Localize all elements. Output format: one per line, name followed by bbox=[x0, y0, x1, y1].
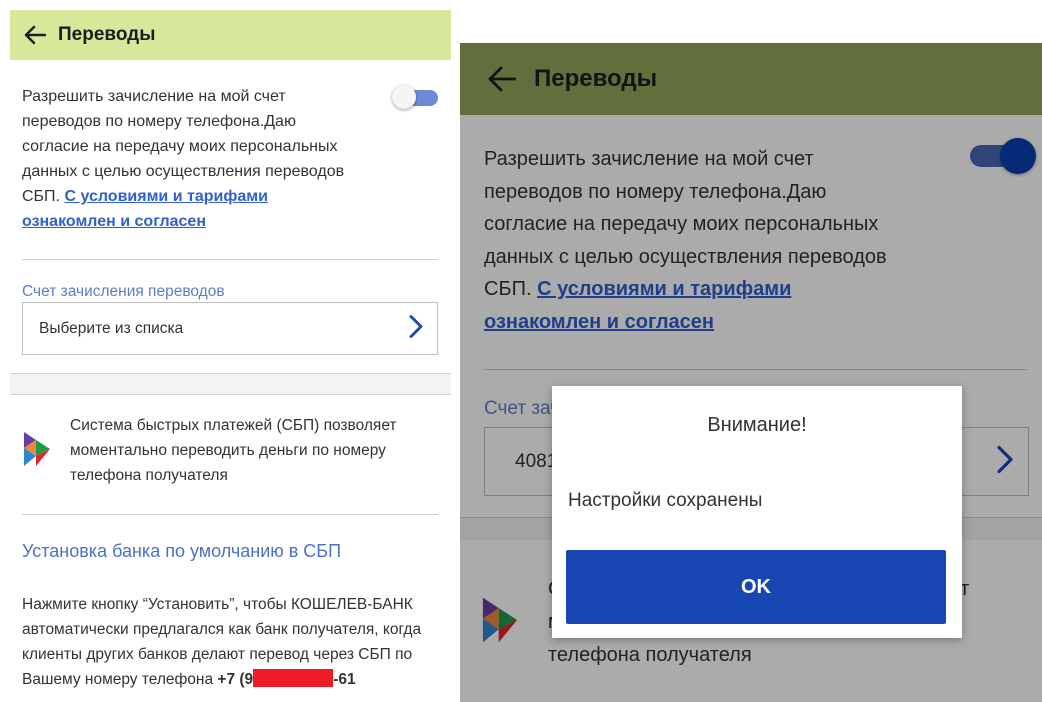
app-bar: Переводы bbox=[10, 10, 451, 60]
section-separator bbox=[10, 374, 451, 394]
default-bank-text: Нажмите кнопку “Установить”, чтобы КОШЕЛ… bbox=[22, 592, 442, 692]
account-select-value: Выберите из списка bbox=[39, 319, 184, 337]
phone-prefix: +7 (9 bbox=[217, 671, 254, 688]
divider bbox=[22, 259, 438, 260]
back-arrow-icon[interactable] bbox=[20, 20, 50, 50]
toggle-knob bbox=[392, 85, 416, 109]
chevron-right-icon bbox=[409, 314, 423, 343]
sbp-logo-icon bbox=[22, 430, 52, 473]
dialog-message: Настройки сохранены bbox=[568, 490, 763, 511]
dialog-title: Внимание! bbox=[707, 414, 807, 436]
sbp-description: Система быстрых платежей (СБП) позволяет… bbox=[70, 417, 397, 484]
consent-text: Разрешить зачисление на мой счет перевод… bbox=[22, 84, 352, 234]
phone-redaction bbox=[253, 669, 334, 687]
transfers-toggle[interactable] bbox=[392, 85, 440, 109]
alert-dialog: Внимание! Настройки сохранены OK bbox=[552, 386, 962, 638]
phone-suffix: -61 bbox=[333, 671, 356, 688]
page-title: Переводы bbox=[58, 24, 156, 45]
account-select[interactable]: Выберите из списка bbox=[22, 302, 438, 355]
ok-button[interactable]: OK bbox=[566, 550, 946, 624]
divider bbox=[10, 394, 451, 395]
screen-transfers-saved: Переводы Разрешить зачисление на мой сче… bbox=[460, 43, 1042, 702]
account-label: Счет зачисления переводов bbox=[22, 283, 225, 300]
default-bank-heading: Установка банка по умолчанию в СБП bbox=[22, 541, 342, 561]
divider bbox=[22, 514, 438, 515]
screen-transfers-settings: Переводы Разрешить зачисление на мой сче… bbox=[10, 10, 451, 702]
